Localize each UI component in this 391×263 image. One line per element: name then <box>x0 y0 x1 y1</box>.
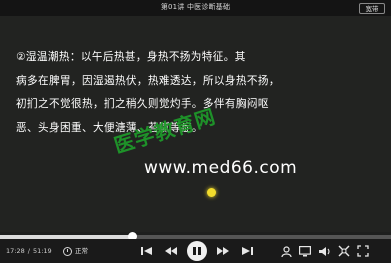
slide-line: ②湿温潮热：以午后热甚，身热不扬为特征。其 <box>16 51 246 63</box>
speed-label: 正常 <box>75 247 88 255</box>
total-time: 51:19 <box>32 247 52 255</box>
settings-icon[interactable] <box>337 244 351 258</box>
volume-icon[interactable] <box>318 244 332 258</box>
control-bar: 17:28/51:19 正常 <box>0 239 391 263</box>
title-bar: 第01讲 中医诊断基础 宽带 <box>0 0 391 16</box>
skip-forward-icon[interactable] <box>240 244 254 258</box>
screen-icon[interactable] <box>298 244 312 258</box>
video-frame[interactable]: ②湿温潮热：以午后热甚，身热不扬为特征。其 病多在脾胃，因湿遏热伏，热难透达，所… <box>0 16 391 232</box>
previous-icon[interactable] <box>164 244 178 258</box>
slide-line: 病多在脾胃，因湿遏热伏，热难透达，所以身热不扬， <box>16 74 280 87</box>
video-title: 第01讲 中医诊断基础 <box>160 3 231 11</box>
skip-back-icon[interactable] <box>140 244 154 258</box>
video-player: 第01讲 中医诊断基础 宽带 ②湿温潮热：以午后热甚，身热不扬为特征。其 病多在… <box>0 0 391 263</box>
pause-bar-left <box>193 247 196 255</box>
time-separator: / <box>27 247 30 255</box>
pause-icon[interactable] <box>187 241 207 261</box>
quality-button[interactable]: 宽带 <box>359 3 385 14</box>
speed-icon <box>63 246 72 256</box>
cursor-highlight-icon <box>207 188 216 197</box>
speed-button[interactable]: 正常 <box>63 245 88 257</box>
watermark-url: www.med66.com <box>144 158 298 178</box>
time-display: 17:28/51:19 <box>6 247 52 255</box>
pause-bar-right <box>198 247 201 255</box>
user-icon[interactable] <box>279 244 293 258</box>
current-time: 17:28 <box>6 247 25 255</box>
next-icon[interactable] <box>216 244 230 258</box>
fullscreen-icon[interactable] <box>356 244 370 258</box>
